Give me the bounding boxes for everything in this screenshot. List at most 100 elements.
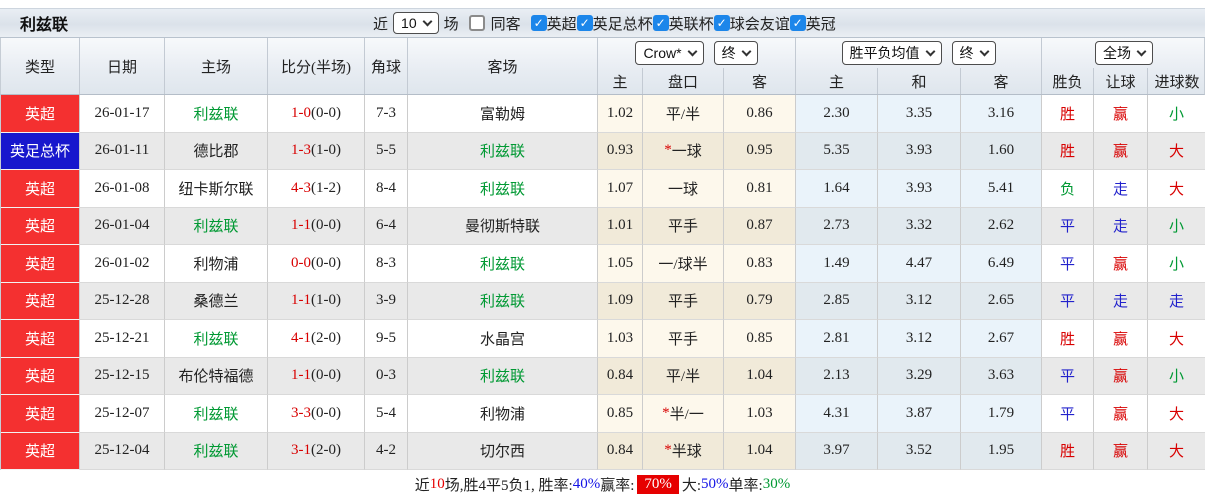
- handicap-name: 一球: [667, 181, 698, 198]
- select-value: 全场: [1103, 45, 1131, 61]
- handicap: 平手: [643, 320, 724, 358]
- avg-away: 2.62: [961, 207, 1042, 245]
- col-header-handicap: 盘口: [643, 68, 724, 94]
- top-spacer: [0, 0, 1205, 8]
- checkbox-checked[interactable]: ✓: [713, 15, 730, 31]
- checkbox-checked[interactable]: ✓: [652, 15, 669, 31]
- result-spread: 赢: [1094, 432, 1148, 470]
- checkbox-checked[interactable]: ✓: [789, 15, 806, 31]
- col-header-corner: 角球: [365, 38, 408, 94]
- score-halftime: 1-0 (0-0): [268, 95, 365, 133]
- handicap: * 半球: [643, 432, 724, 470]
- match-date: 25-12-04: [80, 432, 165, 470]
- score-fulltime: 1-0: [291, 104, 311, 121]
- handicap-name: 一球: [671, 144, 702, 161]
- home-team: 利兹联: [165, 320, 268, 358]
- handicap-name: 半球: [671, 444, 702, 461]
- period-select[interactable]: 全场: [1095, 41, 1153, 65]
- corner-score: 9-5: [365, 320, 408, 358]
- footer-segment: 40%: [572, 476, 601, 492]
- result-spread: 赢: [1094, 320, 1148, 358]
- home-team: 利兹联: [165, 95, 268, 133]
- score-fulltime: 4-1: [291, 329, 311, 346]
- away-team: 利兹联: [408, 170, 598, 208]
- handicap: 平/半: [643, 357, 724, 395]
- avg-home: 1.64: [796, 170, 878, 208]
- handicap: * 一球: [643, 132, 724, 170]
- odds-away: 0.85: [724, 320, 796, 358]
- footer-segment: 50%: [701, 476, 729, 492]
- odds-away: 0.86: [724, 95, 796, 133]
- checkbox-checked[interactable]: ✓: [576, 15, 593, 31]
- checkbox-label: 英联杯: [668, 16, 714, 33]
- odds-time-select[interactable]: 终: [713, 41, 758, 65]
- result-spread: 赢: [1094, 357, 1148, 395]
- avg-home: 4.31: [796, 395, 878, 433]
- corner-score: 5-4: [365, 395, 408, 433]
- score-fulltime: 3-3: [291, 404, 311, 421]
- handicap-name: 平手: [667, 219, 698, 236]
- result-spread: 走: [1094, 207, 1148, 245]
- score-halftime: 1-3 (1-0): [268, 132, 365, 170]
- checkbox-checked[interactable]: ✓: [530, 15, 547, 31]
- score-halftime: 1-1 (0-0): [268, 207, 365, 245]
- score-fulltime: 1-3: [291, 142, 311, 159]
- avg-draw: 3.12: [878, 282, 961, 320]
- result-outcome: 平: [1042, 282, 1094, 320]
- score-halftime: 0-0 (0-0): [268, 245, 365, 283]
- result-outcome: 平: [1042, 357, 1094, 395]
- score-halftime: 3-1 (2-0): [268, 432, 365, 470]
- footer-segment: 30%: [762, 476, 791, 492]
- avg-time-select[interactable]: 终: [951, 41, 996, 65]
- result-goals: 小: [1148, 95, 1205, 133]
- handicap-name: 平/半: [665, 369, 701, 386]
- summary-footer: 近 10 场,胜4平5负1, 胜率: 40% 赢率: 70% 大: 50% 单率: 30%: [0, 470, 1205, 499]
- away-team: 利兹联: [408, 357, 598, 395]
- score-fulltime: 1-1: [291, 217, 311, 234]
- col-header-date: 日期: [80, 38, 165, 94]
- odds-home: 1.07: [598, 170, 643, 208]
- handicap: * 半/一: [643, 395, 724, 433]
- avg-type-select[interactable]: 胜平负均值: [841, 41, 942, 65]
- odds-home: 1.01: [598, 207, 643, 245]
- checkbox-label: 英超: [546, 16, 577, 33]
- corner-score: 6-4: [365, 207, 408, 245]
- odds-home: 0.85: [598, 395, 643, 433]
- footer-segment: 10: [429, 476, 445, 492]
- league-badge: 英超: [1, 95, 80, 133]
- col-header-goals: 进球数: [1154, 74, 1200, 91]
- col-header-odds-home: 主: [598, 68, 643, 94]
- match-date: 26-01-02: [80, 245, 165, 283]
- result-goals: 大: [1148, 395, 1205, 433]
- result-outcome: 胜: [1042, 132, 1094, 170]
- select-value: 10: [401, 15, 417, 31]
- handicap-name: 半/一: [669, 406, 704, 423]
- avg-away: 2.65: [961, 282, 1042, 320]
- result-outcome: 胜: [1042, 95, 1094, 133]
- away-team: 利兹联: [408, 245, 598, 283]
- away-team: 利物浦: [408, 395, 598, 433]
- avg-home: 5.35: [796, 132, 878, 170]
- handicap: 平/半: [643, 95, 724, 133]
- avg-home: 2.13: [796, 357, 878, 395]
- avg-draw: 4.47: [878, 245, 961, 283]
- avg-draw: 3.87: [878, 395, 961, 433]
- col-header-away: 客场: [408, 38, 598, 94]
- league-badge: 英足总杯: [1, 132, 80, 170]
- chevron-down-icon: [687, 46, 698, 56]
- chevron-down-icon: [1136, 46, 1147, 56]
- result-outcome: 胜: [1042, 320, 1094, 358]
- corner-score: 4-2: [365, 432, 408, 470]
- score-half: (0-0): [311, 217, 341, 234]
- odds-company-select[interactable]: Crow*: [635, 41, 704, 65]
- checkbox-unchecked[interactable]: [468, 15, 485, 31]
- score-half: (1-0): [311, 142, 341, 159]
- avg-select-group: 胜平负均值 终: [796, 38, 1042, 68]
- match-date: 26-01-11: [80, 132, 165, 170]
- recent-count-select[interactable]: 10: [393, 12, 439, 34]
- avg-draw: 3.93: [878, 132, 961, 170]
- score-halftime: 1-1 (1-0): [268, 282, 365, 320]
- match-date: 26-01-08: [80, 170, 165, 208]
- league-badge: 英超: [1, 282, 80, 320]
- avg-draw: 3.29: [878, 357, 961, 395]
